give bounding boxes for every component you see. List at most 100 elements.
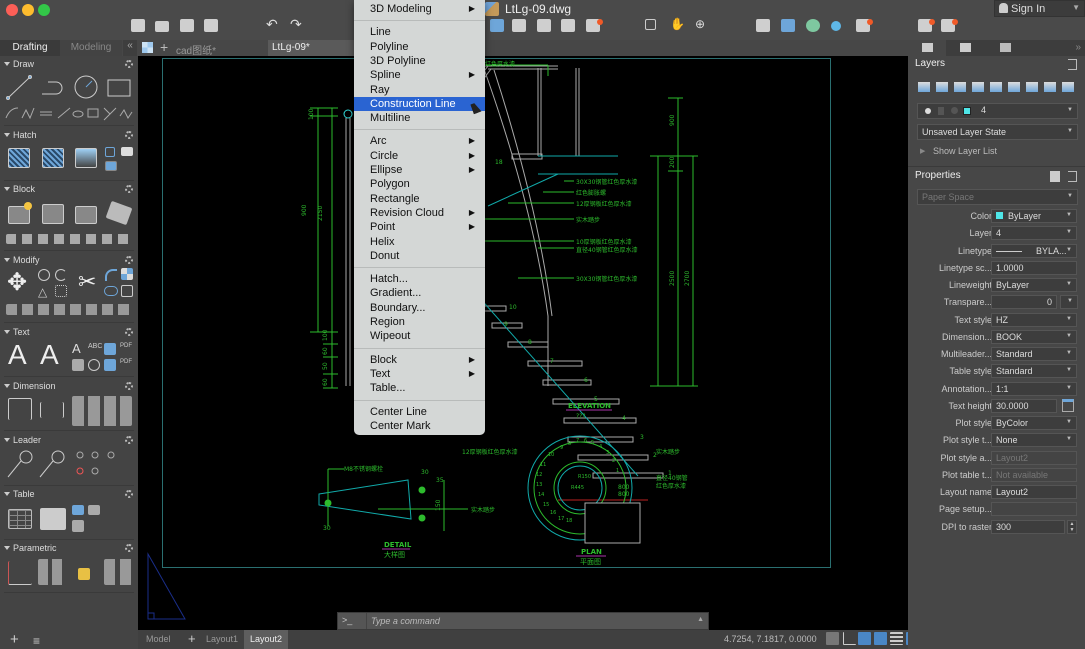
transparency-layer-button[interactable]: ▼: [1060, 295, 1078, 310]
refresh-icon[interactable]: [806, 19, 820, 32]
more-tabs-icon[interactable]: »: [1075, 42, 1081, 53]
menu-item-rectangle[interactable]: Rectangle: [354, 192, 485, 206]
menu-item-boundary[interactable]: Boundary...: [354, 301, 485, 315]
layer-match-icon[interactable]: [972, 82, 984, 92]
property-linetype-field[interactable]: BYLA... ▼: [991, 243, 1077, 258]
property-multileader-field[interactable]: Standard ▼: [991, 347, 1077, 361]
section-draw[interactable]: Draw: [0, 59, 138, 71]
orbit-icon[interactable]: ⊕: [695, 17, 709, 31]
section-modify[interactable]: Modify: [0, 255, 138, 267]
menu-item-line[interactable]: Line: [354, 25, 485, 39]
minimize-window-button[interactable]: [22, 4, 34, 16]
layer-unlock-icon[interactable]: [1062, 82, 1074, 92]
menu-item-hatch[interactable]: Hatch...: [354, 272, 485, 286]
property-linetype-sc-field[interactable]: 1.0000: [991, 260, 1077, 275]
layer-off-icon[interactable]: [1026, 82, 1038, 92]
undo-icon[interactable]: ↶: [266, 16, 280, 32]
gear-icon[interactable]: [125, 185, 133, 193]
menu-item-multiline[interactable]: Multiline: [354, 111, 485, 125]
save-as-icon[interactable]: [204, 19, 218, 32]
redo-icon[interactable]: ↷: [290, 16, 304, 32]
import-icon[interactable]: [490, 19, 504, 32]
gear-icon[interactable]: [125, 544, 133, 552]
gear-icon[interactable]: [125, 328, 133, 336]
fillet-tool[interactable]: [105, 269, 117, 281]
pdf-import-tool[interactable]: PDF: [120, 343, 132, 355]
region-tool[interactable]: [121, 147, 133, 156]
offset-tool[interactable]: [104, 286, 118, 296]
section-text[interactable]: Text: [0, 327, 138, 339]
text-style-tool[interactable]: A: [72, 341, 81, 356]
property-table-style-field[interactable]: Standard ▼: [991, 364, 1077, 379]
menu-item-polyline[interactable]: Polyline: [354, 40, 485, 54]
menu-item-arc[interactable]: Arc ▶: [354, 134, 485, 148]
tab-drafting[interactable]: Drafting: [0, 40, 60, 56]
property-color-field[interactable]: ByLayer ▼: [991, 209, 1077, 223]
menu-item-3d-polyline[interactable]: 3D Polyline: [354, 54, 485, 68]
open-file-icon[interactable]: [155, 21, 169, 32]
constraint-small-tools[interactable]: [38, 559, 66, 585]
detach-icon[interactable]: [1068, 59, 1077, 70]
property-dpi-to-raster-field[interactable]: 300: [991, 519, 1065, 534]
parameter-tools[interactable]: [104, 559, 132, 585]
gear-icon[interactable]: [125, 490, 133, 498]
multiline-text-tool[interactable]: A: [8, 339, 27, 371]
stretch-tool[interactable]: [55, 285, 67, 297]
rotate-tool[interactable]: [55, 269, 67, 281]
menu-item-gradient[interactable]: Gradient...: [354, 286, 485, 300]
tab-layout1[interactable]: Layout1: [200, 630, 244, 649]
menu-item-construction-line[interactable]: Construction Line: [354, 96, 485, 111]
3d-align-tool[interactable]: [121, 285, 133, 297]
property-lineweight-field[interactable]: ByLayer ▼: [991, 278, 1077, 292]
table-style-tool[interactable]: [72, 505, 84, 515]
expand-triangle-icon[interactable]: ▶: [920, 147, 925, 155]
menu-item-revision-cloud[interactable]: Revision Cloud ▶: [354, 206, 485, 220]
menu-item-helix[interactable]: Helix: [354, 235, 485, 249]
geometric-constraint-tool[interactable]: [8, 561, 32, 585]
section-hatch[interactable]: Hatch: [0, 130, 138, 142]
file-grid-icon[interactable]: [142, 42, 153, 53]
add-palette-button[interactable]: +: [10, 631, 19, 648]
data-link-tool[interactable]: [40, 508, 66, 530]
dpi-stepper[interactable]: ▲ ▼: [1067, 519, 1077, 534]
gear-icon[interactable]: [125, 131, 133, 139]
gradient-tool[interactable]: [75, 148, 97, 168]
space-dropdown[interactable]: Paper Space ▼: [917, 189, 1078, 205]
wipeout-tool[interactable]: [105, 161, 117, 171]
hatch-tool[interactable]: [8, 148, 30, 168]
menu-item-table[interactable]: Table...: [354, 381, 485, 395]
grid-display-icon[interactable]: [826, 632, 839, 645]
tab-model[interactable]: Model: [140, 630, 177, 649]
table-tool[interactable]: [8, 509, 32, 529]
block-editor-icon[interactable]: [756, 19, 770, 32]
property-plot-style-field[interactable]: ByColor ▼: [991, 416, 1077, 430]
show-layer-list-toggle[interactable]: Show Layer List: [933, 146, 997, 156]
extract-tool[interactable]: [88, 505, 100, 515]
property-text-height-field[interactable]: 30.0000: [991, 398, 1057, 413]
layer-lock-icon[interactable]: [1044, 82, 1056, 92]
save-icon[interactable]: [180, 19, 194, 32]
export-icon[interactable]: [512, 19, 526, 32]
tab-layout2[interactable]: Layout2: [244, 630, 289, 649]
attach-icon[interactable]: [537, 19, 551, 32]
spell-check-tool[interactable]: ABC: [88, 343, 102, 350]
add-layout-button[interactable]: +: [184, 630, 200, 649]
layer-properties-icon[interactable]: [936, 82, 948, 92]
detach-icon[interactable]: [1068, 171, 1077, 182]
lock-icon[interactable]: [78, 568, 90, 580]
menu-item-center-line[interactable]: Center Line: [354, 405, 485, 419]
move-tool[interactable]: ✥: [7, 271, 27, 295]
insert-block-tool[interactable]: [42, 204, 64, 224]
menu-item-donut[interactable]: Donut: [354, 249, 485, 263]
block-small-tools[interactable]: [6, 234, 132, 244]
array-tool[interactable]: [121, 268, 133, 280]
current-layer-dropdown[interactable]: 4 ▼: [917, 103, 1078, 119]
polar-tracking-icon[interactable]: [858, 632, 871, 645]
edit-block-tool[interactable]: [75, 206, 97, 224]
property-annotation-field[interactable]: 1:1 ▼: [991, 381, 1077, 396]
menu-item-ellipse[interactable]: Ellipse ▶: [354, 163, 485, 177]
menu-item-text[interactable]: Text ▶: [354, 367, 485, 381]
lineweight-icon[interactable]: [890, 632, 903, 645]
property-text-style-field[interactable]: HZ ▼: [991, 312, 1077, 327]
menu-item-polygon[interactable]: Polygon: [354, 177, 485, 191]
